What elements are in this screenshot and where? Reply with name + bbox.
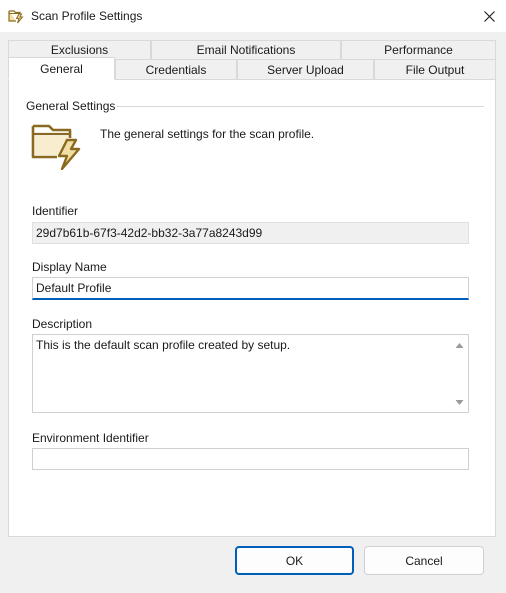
scroll-down-icon[interactable] xyxy=(455,398,464,407)
description-textarea[interactable]: This is the default scan profile created… xyxy=(32,334,469,413)
identifier-label: Identifier xyxy=(32,204,79,218)
display-name-input[interactable] xyxy=(32,277,469,300)
window-title: Scan Profile Settings xyxy=(31,9,143,23)
tab-general[interactable]: General xyxy=(8,57,115,80)
folder-lightning-icon xyxy=(8,10,24,24)
tab-server-upload[interactable]: Server Upload xyxy=(237,59,374,80)
environment-identifier-label: Environment Identifier xyxy=(32,431,149,445)
tab-credentials[interactable]: Credentials xyxy=(115,59,237,80)
description-scrollbar[interactable] xyxy=(451,335,468,411)
group-divider xyxy=(117,106,484,107)
tab-file-output[interactable]: File Output xyxy=(374,59,496,80)
identifier-field: 29d7b61b-67f3-42d2-bb32-3a77a8243d99 xyxy=(32,222,469,244)
tab-performance[interactable]: Performance xyxy=(341,40,496,59)
close-button[interactable] xyxy=(472,0,506,32)
close-icon xyxy=(483,10,495,22)
description-label: Description xyxy=(32,317,93,331)
display-name-label: Display Name xyxy=(32,260,107,274)
group-title: General Settings xyxy=(26,99,116,113)
cancel-button[interactable]: Cancel xyxy=(364,546,484,575)
profile-description-text: The general settings for the scan profil… xyxy=(100,127,315,141)
ok-button[interactable]: OK xyxy=(235,546,354,575)
title-bar: Scan Profile Settings xyxy=(0,0,506,32)
scroll-up-icon[interactable] xyxy=(455,341,464,350)
folder-lightning-icon xyxy=(31,124,81,170)
tab-email-notifications[interactable]: Email Notifications xyxy=(151,40,341,59)
environment-identifier-input[interactable] xyxy=(32,448,469,470)
